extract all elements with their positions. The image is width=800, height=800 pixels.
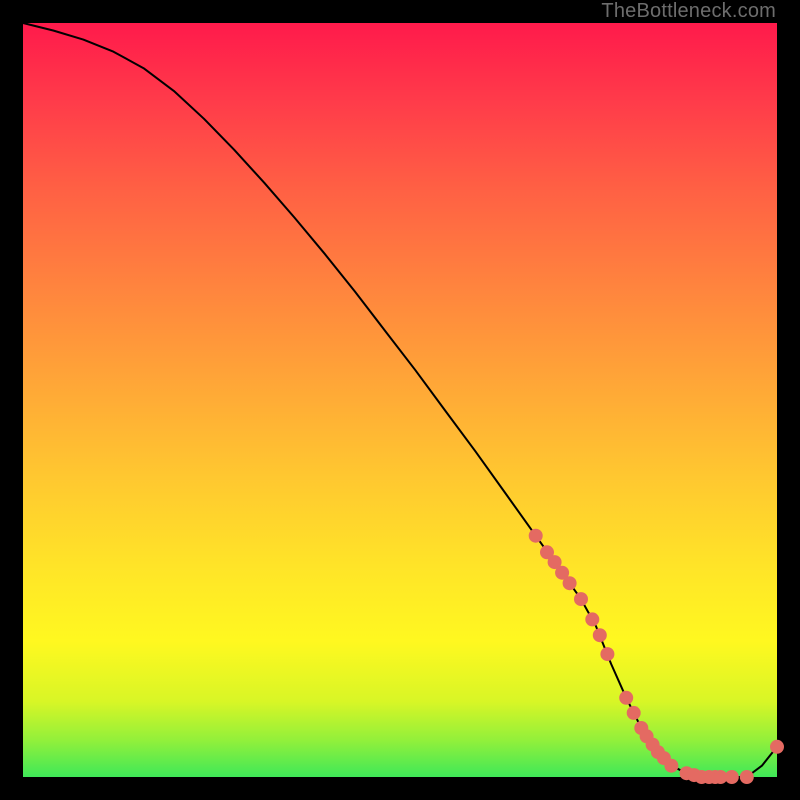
- chart-marker: [740, 770, 754, 784]
- chart-marker-group: [529, 529, 784, 784]
- chart-marker: [600, 647, 614, 661]
- chart-marker: [627, 706, 641, 720]
- chart-marker: [585, 612, 599, 626]
- chart-marker: [664, 759, 678, 773]
- chart-marker: [593, 628, 607, 642]
- chart-marker: [574, 592, 588, 606]
- chart-line: [23, 23, 777, 777]
- chart-marker: [770, 740, 784, 754]
- watermark-text: TheBottleneck.com: [601, 0, 776, 23]
- chart-marker: [725, 770, 739, 784]
- chart-overlay: [23, 23, 777, 777]
- chart-stage: TheBottleneck.com: [0, 0, 800, 800]
- chart-marker: [619, 691, 633, 705]
- chart-marker: [563, 576, 577, 590]
- chart-marker: [529, 529, 543, 543]
